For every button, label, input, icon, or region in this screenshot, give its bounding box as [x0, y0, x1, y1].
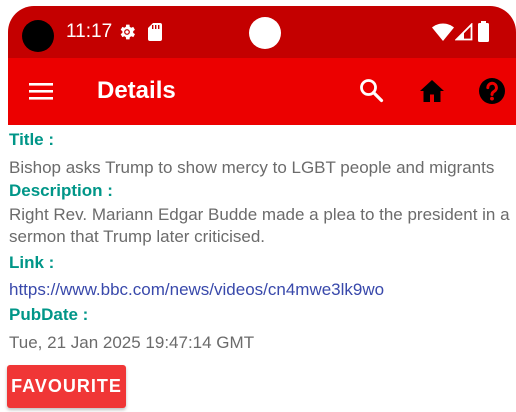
device-screen: 11:17 Details Title: Bishop asks Trump … — [0, 0, 516, 412]
app-bar: Details — [8, 58, 516, 125]
pubdate-label: PubDate : — [9, 305, 89, 324]
page-title: Details — [97, 77, 176, 104]
camera-cutout — [22, 20, 54, 52]
home-icon[interactable] — [419, 78, 445, 104]
help-icon[interactable] — [478, 77, 506, 105]
pubdate-value: Tue, 21 Jan 2025 19:47:14 GMT — [9, 333, 255, 352]
search-icon[interactable] — [358, 77, 384, 103]
description-value: Right Rev. Mariann Edgar Budde made a pl… — [9, 205, 510, 246]
notification-dot — [249, 17, 281, 49]
settings-gear-icon — [120, 24, 135, 40]
status-bar: 11:17 — [8, 6, 516, 58]
wifi-icon — [432, 23, 454, 41]
title-value: Bishop asks Trump to show mercy to LGBT … — [9, 158, 495, 177]
details-content: Title : Bishop asks Trump to show mercy … — [9, 125, 516, 354]
sd-card-icon — [148, 23, 162, 41]
cell-signal-icon — [455, 23, 473, 41]
battery-icon — [478, 21, 489, 42]
description-label: Description : — [9, 181, 113, 200]
article-link[interactable]: https://www.bbc.com/news/videos/cn4mwe3l… — [9, 279, 516, 301]
link-label: Link : — [9, 253, 55, 272]
title-label: Title : — [9, 130, 55, 149]
status-time: 11:17 — [66, 21, 113, 42]
favourite-button[interactable]: FAVOURITE — [7, 365, 126, 408]
menu-icon[interactable] — [28, 78, 54, 104]
